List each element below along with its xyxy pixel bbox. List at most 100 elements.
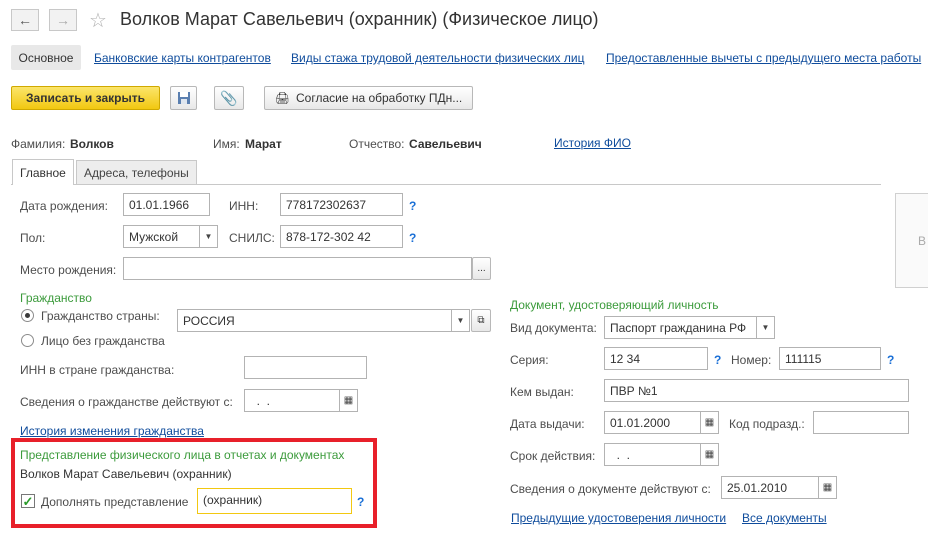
series-help-icon[interactable]: ? <box>714 353 721 367</box>
ellipsis-icon: ... <box>477 263 486 274</box>
tab-addresses-label: Адреса, телефоны <box>84 165 189 180</box>
floppy-disk-icon <box>177 92 190 104</box>
birthplace-select-button[interactable]: ... <box>472 257 491 280</box>
printer-icon: 🖨 <box>274 91 290 105</box>
expiry-label: Срок действия: <box>510 449 596 463</box>
doc-valid-from-value: 25.01.2010 <box>727 481 788 495</box>
patronymic-value: Савельевич <box>409 137 482 151</box>
document-group-title: Документ, удостоверяющий личность <box>510 298 719 312</box>
doc-type-value: Паспорт гражданина РФ <box>610 321 747 335</box>
inn-field[interactable]: 778172302637 <box>280 193 403 216</box>
country-open-button[interactable]: ⧉ <box>471 309 491 332</box>
snils-label: СНИЛС: <box>229 231 275 245</box>
nav-tab-experience-types[interactable]: Виды стажа трудовой деятельности физичес… <box>291 51 584 65</box>
calendar-icon[interactable]: ▦ <box>700 444 718 465</box>
issued-by-label: Кем выдан: <box>510 385 574 399</box>
series-label: Серия: <box>510 353 549 367</box>
tab-divider <box>11 184 881 185</box>
gender-label: Пол: <box>20 231 46 245</box>
open-window-icon: ⧉ <box>477 315 485 326</box>
citizenship-country-radio[interactable] <box>21 309 34 322</box>
inn-label: ИНН: <box>229 199 259 213</box>
country-value: РОССИЯ <box>183 314 235 328</box>
inn-help-icon[interactable]: ? <box>409 199 416 213</box>
attach-button[interactable]: 📎 <box>214 86 244 110</box>
number-field[interactable]: 111115 <box>779 347 881 370</box>
citizenship-valid-from-field[interactable]: . . ▦ <box>244 389 358 412</box>
save-and-close-label: Записать и закрыть <box>26 91 145 105</box>
save-and-close-button[interactable]: Записать и закрыть <box>11 86 160 110</box>
representation-group-title: Представление физического лица в отчетах… <box>20 448 345 462</box>
calendar-icon[interactable]: ▦ <box>818 477 836 498</box>
forward-button[interactable]: → <box>49 9 77 31</box>
citizenship-valid-from-label: Сведения о гражданстве действуют с: <box>20 395 233 409</box>
doc-valid-from-label: Сведения о документе действуют с: <box>510 482 711 496</box>
nav-tab-main[interactable]: Основное <box>11 45 81 70</box>
name-value: Марат <box>245 137 282 151</box>
checkmark-icon: ✓ <box>22 493 34 509</box>
radio-dot <box>25 313 30 318</box>
photo-frame[interactable]: В <box>895 193 928 288</box>
supplement-field[interactable]: (охранник) <box>197 488 352 514</box>
gender-select[interactable]: Мужской ▼ <box>123 225 218 248</box>
consent-button[interactable]: 🖨 Согласие на обработку ПДн... <box>264 86 473 110</box>
issue-date-label: Дата выдачи: <box>510 417 585 431</box>
doc-valid-from-field[interactable]: 25.01.2010 ▦ <box>721 476 837 499</box>
citizenship-history-link[interactable]: История изменения гражданства <box>20 424 204 438</box>
series-field[interactable]: 12 34 <box>604 347 708 370</box>
doc-type-select[interactable]: Паспорт гражданина РФ ▼ <box>604 316 775 339</box>
stateless-label: Лицо без гражданства <box>41 334 165 348</box>
back-button[interactable]: ← <box>11 9 39 31</box>
chevron-down-icon[interactable]: ▼ <box>451 310 469 331</box>
supplement-help-icon[interactable]: ? <box>357 495 364 509</box>
nav-tab-prev-deductions[interactable]: Предоставленные вычеты с предыдущего мес… <box>606 51 921 65</box>
patronymic-label: Отчество: <box>349 137 405 151</box>
stateless-radio[interactable] <box>21 334 34 347</box>
favorite-star-icon[interactable]: ☆ <box>89 8 107 33</box>
supplement-checkbox[interactable]: ✓ <box>21 494 35 508</box>
snils-help-icon[interactable]: ? <box>409 231 416 245</box>
birth-date-label: Дата рождения: <box>20 199 108 213</box>
number-help-icon[interactable]: ? <box>887 353 894 367</box>
tab-addresses[interactable]: Адреса, телефоны <box>76 160 197 184</box>
number-label: Номер: <box>731 353 772 367</box>
expiry-field[interactable]: . . ▦ <box>604 443 719 466</box>
issue-date-value: 01.01.2000 <box>610 416 671 430</box>
surname-value: Волков <box>70 137 114 151</box>
citizenship-group-title: Гражданство <box>20 291 92 305</box>
expiry-value: . . <box>610 448 631 462</box>
gender-value: Мужской <box>129 230 179 244</box>
surname-label: Фамилия: <box>11 137 66 151</box>
foreign-inn-field[interactable] <box>244 356 367 379</box>
name-label: Имя: <box>213 137 240 151</box>
nav-tab-bank-cards[interactable]: Банковские карты контрагентов <box>94 51 271 65</box>
dept-code-field[interactable] <box>813 411 909 434</box>
paperclip-icon: 📎 <box>220 89 238 106</box>
tab-main[interactable]: Главное <box>12 159 74 185</box>
supplement-label: Дополнять представление <box>41 495 189 509</box>
fio-history-link[interactable]: История ФИО <box>554 136 631 150</box>
arrow-right-icon: → <box>56 12 70 28</box>
issued-by-field[interactable]: ПВР №1 <box>604 379 909 402</box>
calendar-icon[interactable]: ▦ <box>339 390 357 411</box>
citizenship-country-label: Гражданство страны: <box>41 309 160 323</box>
birthplace-label: Место рождения: <box>20 263 117 277</box>
representation-text: Волков Марат Савельевич (охранник) <box>20 467 232 481</box>
doc-type-label: Вид документа: <box>510 321 597 335</box>
window-title: Волков Марат Савельевич (охранник) (Физи… <box>120 9 599 29</box>
chevron-down-icon[interactable]: ▼ <box>199 226 217 247</box>
country-select[interactable]: РОССИЯ ▼ <box>177 309 470 332</box>
snils-field[interactable]: 878-172-302 42 <box>280 225 403 248</box>
all-documents-link[interactable]: Все документы <box>742 511 827 525</box>
save-button[interactable] <box>170 86 197 110</box>
foreign-inn-label: ИНН в стране гражданства: <box>20 363 175 377</box>
birth-date-field[interactable]: 01.01.1966 <box>123 193 210 216</box>
birthplace-field[interactable] <box>123 257 472 280</box>
citizenship-valid-from-value: . . <box>250 394 271 408</box>
photo-placeholder-text: В <box>918 234 927 248</box>
prev-documents-link[interactable]: Предыдущие удостоверения личности <box>511 511 726 525</box>
calendar-icon[interactable]: ▦ <box>700 412 718 433</box>
issue-date-field[interactable]: 01.01.2000 ▦ <box>604 411 719 434</box>
tab-main-label: Главное <box>20 165 66 180</box>
chevron-down-icon[interactable]: ▼ <box>756 317 774 338</box>
